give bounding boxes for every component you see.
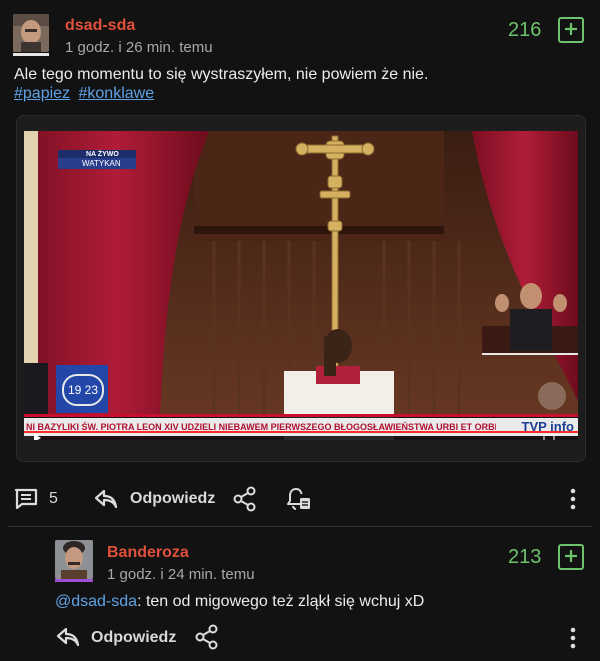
plus-square-icon <box>563 546 579 568</box>
clock-time: 19 23 <box>62 374 104 406</box>
post-author-name[interactable]: dsad-sda <box>65 17 135 35</box>
post-author-avatar[interactable] <box>13 14 49 52</box>
clock-box: 19 23 <box>56 365 108 413</box>
share-icon[interactable] <box>232 486 258 512</box>
play-icon[interactable] <box>34 434 41 440</box>
avatar-underline <box>13 53 49 56</box>
plus-square-icon <box>563 19 579 41</box>
location-label: WATYKAN <box>58 158 136 169</box>
reply-arrow-icon[interactable] <box>93 487 119 511</box>
live-label: NA ŻYWO <box>86 151 119 158</box>
comment-text: : ten od migowego też zląkł się wchuj xD <box>137 593 425 610</box>
comment-author-name[interactable]: Banderoza <box>107 544 189 562</box>
live-badge: NA ŻYWO WATYKAN <box>58 150 136 169</box>
more-vertical-icon[interactable] <box>568 488 578 510</box>
post-vote-count: 216 <box>508 19 542 41</box>
video-player[interactable]: NA ŻYWO WATYKAN 19 23 NI BAZYLIKI ŚW. PI… <box>24 131 578 440</box>
bell-icon[interactable] <box>285 486 311 512</box>
reply-arrow-icon[interactable] <box>55 625 81 649</box>
fullscreen-icon[interactable] <box>543 434 555 440</box>
comments-button[interactable] <box>13 487 39 511</box>
comment-divider <box>8 526 592 527</box>
avatar-underline <box>55 579 93 582</box>
share-icon[interactable] <box>194 624 220 650</box>
comment-author-avatar[interactable] <box>55 540 93 579</box>
player-controls[interactable] <box>24 429 578 440</box>
mention-link[interactable]: @dsad-sda <box>55 593 137 610</box>
reply-button[interactable]: Odpowiedz <box>130 490 215 508</box>
tag-konklawe[interactable]: #konklawe <box>79 85 155 102</box>
tag-papiez[interactable]: #papiez <box>14 85 70 102</box>
post-tags: #papiez #konklawe <box>14 85 154 103</box>
comments-icon <box>13 487 39 511</box>
comment-vote-count: 213 <box>508 546 542 568</box>
comment-upvote-button[interactable] <box>558 544 584 570</box>
comment-count: 5 <box>49 490 58 507</box>
post-upvote-button[interactable] <box>558 17 584 43</box>
post-timestamp[interactable]: 1 godz. i 26 min. temu <box>65 39 213 56</box>
comment-timestamp[interactable]: 1 godz. i 24 min. temu <box>107 566 255 583</box>
comment-body: @dsad-sda: ten od migowego też zląkł się… <box>55 593 424 611</box>
more-vertical-icon[interactable] <box>568 627 578 649</box>
ticker-rule <box>24 414 578 417</box>
comment-reply-button[interactable]: Odpowiedz <box>91 629 176 647</box>
post-body-text: Ale tego momentu to się wystraszyłem, ni… <box>14 66 429 83</box>
